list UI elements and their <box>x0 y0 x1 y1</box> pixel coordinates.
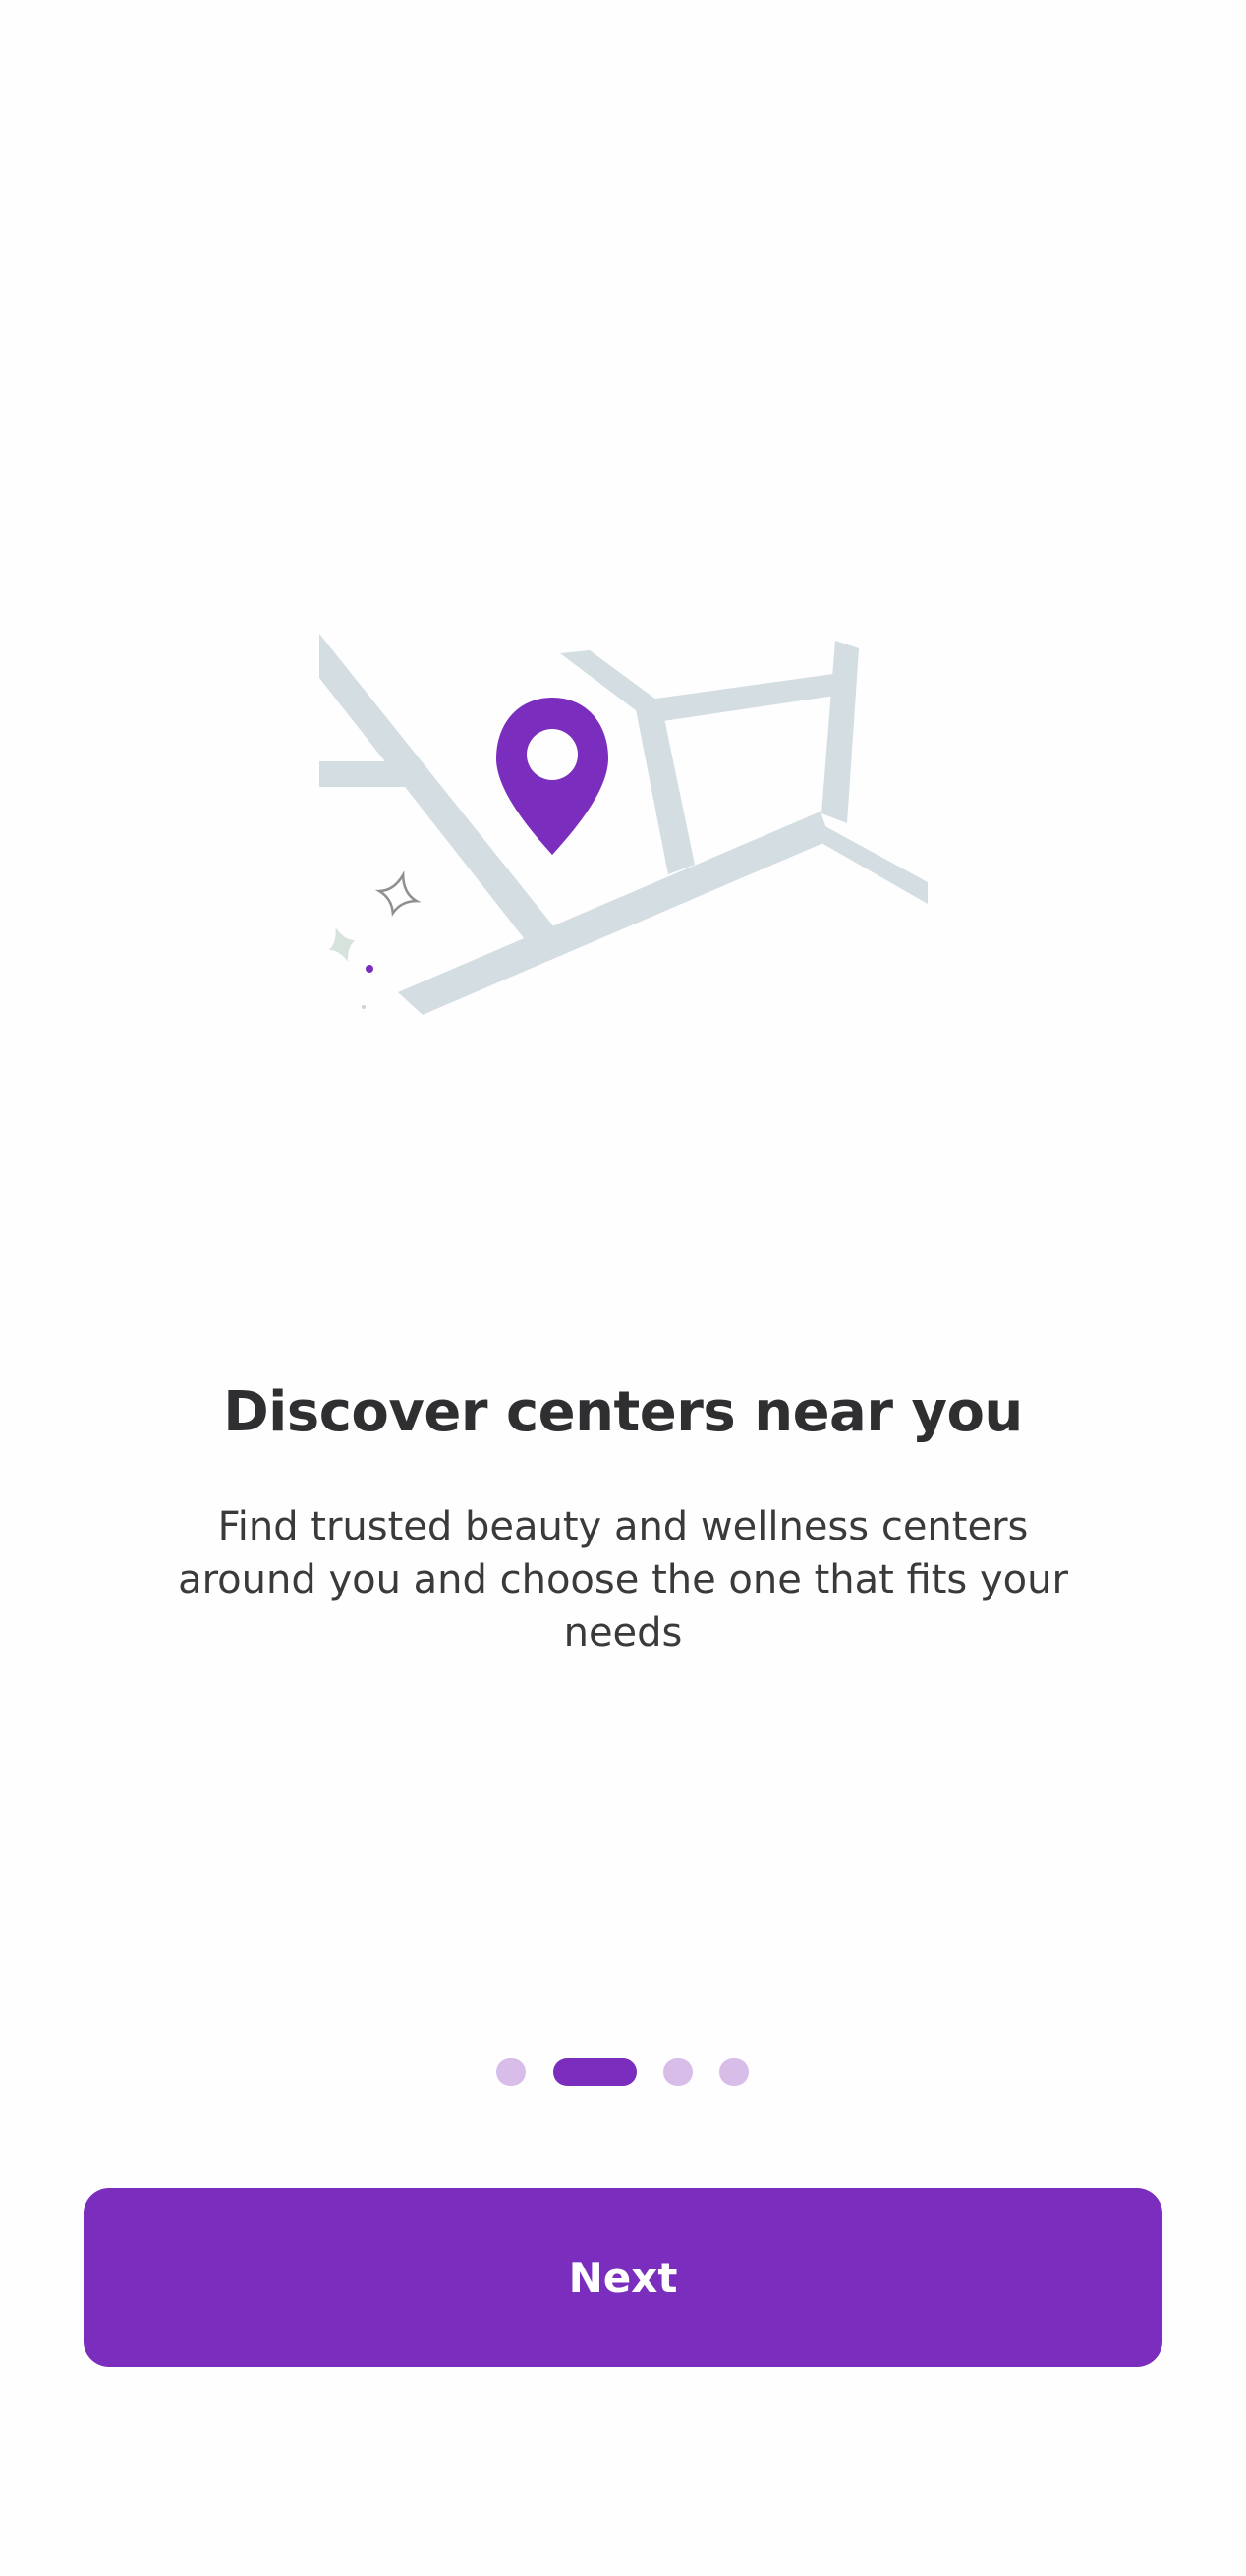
sparkle-small-icon <box>328 927 356 962</box>
next-button[interactable]: Next <box>84 2188 1162 2367</box>
page-title: Discover centers near you <box>223 1380 1023 1444</box>
page-dot-2-active[interactable] <box>553 2058 637 2086</box>
map-pin-icon <box>496 698 608 855</box>
next-button-label: Next <box>568 2253 678 2302</box>
page-dot-4[interactable] <box>719 2058 749 2086</box>
page-description: Find trusted beauty and wellness centers… <box>178 1504 1068 1655</box>
map-roads <box>319 634 928 1015</box>
sparkle-icon <box>374 870 422 917</box>
map-illustration <box>0 0 1246 1277</box>
page-dot-1[interactable] <box>496 2058 526 2086</box>
pagination-indicator <box>0 2058 1246 2086</box>
page-dot-3[interactable] <box>663 2058 693 2086</box>
